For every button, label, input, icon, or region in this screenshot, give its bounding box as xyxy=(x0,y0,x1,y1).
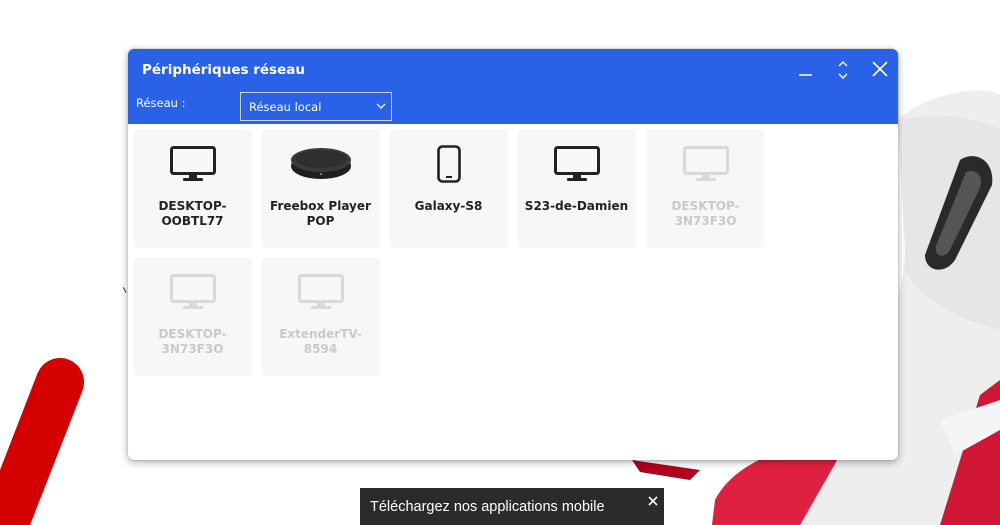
device-card[interactable]: DESKTOP-3N73F3O xyxy=(647,130,764,247)
device-name: Galaxy-S8 xyxy=(414,199,483,213)
device-card[interactable]: S23-de-Damien xyxy=(518,130,635,247)
device-card[interactable]: ExtenderTV-8594 xyxy=(262,258,379,375)
dialog-title: Périphériques réseau xyxy=(142,62,305,78)
monitor-icon xyxy=(262,272,379,312)
expand-icon xyxy=(838,61,848,79)
smartphone-icon xyxy=(390,144,507,184)
network-select-value: Réseau local xyxy=(249,100,322,114)
network-select[interactable]: Réseau local xyxy=(240,92,392,121)
page: Périphériques réseau Réseau : Réseau loc… xyxy=(0,0,1000,525)
close-icon xyxy=(872,61,888,77)
toast-text: Téléchargez nos applications mobile xyxy=(370,499,605,515)
device-name: DESKTOP-3N73F3O xyxy=(158,327,227,356)
chevron-down-icon xyxy=(376,103,386,109)
device-name: ExtenderTV-8594 xyxy=(279,327,362,356)
monitor-icon xyxy=(518,144,635,184)
network-label: Réseau : xyxy=(136,96,186,110)
device-card[interactable]: Freebox Player POP xyxy=(262,130,379,247)
toast-close-button[interactable] xyxy=(647,492,659,506)
freebox-player-icon xyxy=(262,144,379,184)
dialog-header: Périphériques réseau Réseau : Réseau loc… xyxy=(128,49,898,124)
network-devices-dialog: Périphériques réseau Réseau : Réseau loc… xyxy=(128,49,898,460)
close-button[interactable] xyxy=(868,59,892,81)
minimize-icon xyxy=(799,74,812,76)
monitor-icon xyxy=(134,272,251,312)
monitor-icon xyxy=(134,144,251,184)
expand-button[interactable] xyxy=(831,59,855,81)
app-download-toast: Téléchargez nos applications mobile xyxy=(360,488,664,525)
device-name: S23-de-Damien xyxy=(524,199,629,213)
device-name: DESKTOP-3N73F3O xyxy=(671,199,740,228)
device-card[interactable]: Galaxy-S8 xyxy=(390,130,507,247)
device-card[interactable]: DESKTOP-OOBTL77 xyxy=(134,130,251,247)
device-card[interactable]: DESKTOP-3N73F3O xyxy=(134,258,251,375)
minimize-button[interactable] xyxy=(794,59,818,81)
device-name: DESKTOP-OOBTL77 xyxy=(158,199,227,228)
close-icon xyxy=(648,496,658,506)
device-grid: DESKTOP-OOBTL77 Freebox Player POP Galax… xyxy=(128,124,898,460)
monitor-icon xyxy=(647,144,764,184)
device-name: Freebox Player POP xyxy=(270,199,371,228)
